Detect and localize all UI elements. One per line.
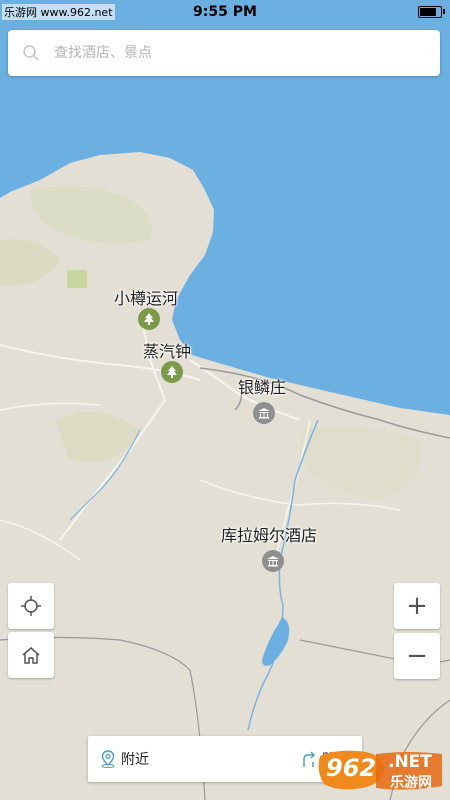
search-input[interactable] — [52, 44, 416, 62]
home-icon — [22, 647, 40, 664]
search-bar[interactable] — [8, 30, 440, 76]
place-label-ginrinso[interactable]: 银鳞庄 — [238, 374, 286, 398]
museum-icon[interactable] — [262, 550, 284, 572]
site-watermark: 乐游网 www.962.net — [2, 4, 115, 20]
home-button[interactable] — [8, 632, 54, 678]
battery-icon — [418, 6, 445, 18]
zoom-out-label: − — [406, 641, 428, 671]
crosshair-icon — [21, 596, 41, 616]
zoom-in-button[interactable]: + — [394, 583, 440, 629]
park-patch — [67, 270, 87, 288]
location-pin-icon — [101, 750, 115, 768]
route-icon — [303, 751, 316, 767]
zoom-in-label: + — [406, 591, 428, 621]
locate-button[interactable] — [8, 583, 54, 629]
nearby-label: 附近 — [121, 752, 149, 768]
tree-icon[interactable] — [161, 361, 183, 383]
place-label-otaru-canal[interactable]: 小樽运河 — [114, 285, 178, 309]
search-icon — [23, 45, 39, 61]
battery-fill — [420, 8, 437, 16]
map-canvas[interactable] — [0, 0, 450, 800]
tree-icon[interactable] — [138, 308, 160, 330]
watermark-brand: 乐游网 — [390, 775, 432, 791]
status-time: 9:55 PM — [193, 4, 257, 20]
museum-icon[interactable] — [253, 402, 275, 424]
watermark-suffix: .NET — [388, 752, 432, 772]
place-label-kuramuru-hotel[interactable]: 库拉姆尔酒店 — [221, 522, 317, 546]
zoom-out-button[interactable]: − — [394, 633, 440, 679]
place-label-steam-clock[interactable]: 蒸汽钟 — [143, 338, 191, 362]
site-logo-watermark: 962 .NET 乐游网 — [318, 748, 446, 794]
watermark-number: 962 — [326, 754, 377, 782]
nearby-button[interactable]: 附近 — [88, 749, 161, 769]
